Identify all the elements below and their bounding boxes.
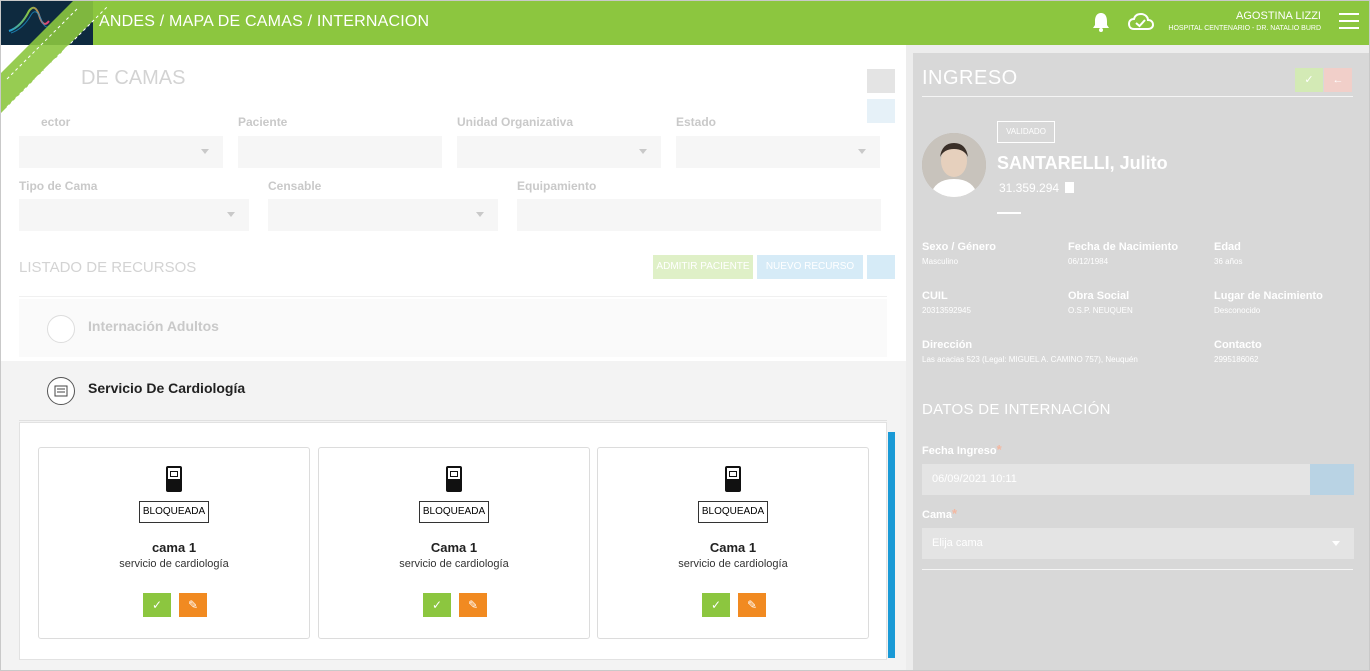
bed-card[interactable]: BLOQUEADA cama 1 servicio de cardiología… — [38, 447, 310, 639]
divider — [922, 96, 1353, 97]
unidad-label: Unidad Organizativa — [457, 115, 574, 129]
edit-button[interactable]: ✎ — [179, 593, 207, 617]
cloud-check-icon[interactable] — [1127, 11, 1155, 33]
clear-filters-button[interactable] — [867, 69, 895, 93]
tipo-cama-select[interactable] — [19, 199, 249, 231]
bed-card[interactable]: BLOQUEADA Cama 1 servicio de cardiología… — [597, 447, 869, 639]
bed-service: servicio de cardiología — [399, 558, 509, 570]
save-button[interactable]: ✓ — [1295, 68, 1323, 92]
fecha-ingreso-label: Fecha Ingreso* — [922, 442, 1002, 457]
divider — [997, 212, 1021, 214]
cama-label: Cama* — [922, 506, 958, 521]
status-badge: BLOQUEADA — [139, 501, 209, 523]
sector-select[interactable] — [19, 136, 223, 168]
patient-document: 31.359.294 — [999, 181, 1075, 195]
sexo-value: Masculino — [922, 257, 959, 266]
section-label-cardiologia: Servicio De Cardiología — [88, 380, 246, 396]
edit-button[interactable]: ✎ — [459, 593, 487, 617]
cama-select[interactable]: Elija cama — [922, 528, 1354, 559]
lugar-nacimiento-label: Lugar de Nacimiento — [1214, 290, 1323, 302]
confirm-button[interactable]: ✓ — [423, 593, 451, 617]
cuil-value: 20313592945 — [922, 306, 971, 315]
document-number: 31.359.294 — [999, 181, 1060, 195]
filters-area: DE CAMAS ector Paciente Unidad Organizat… — [1, 45, 906, 361]
status-badge: BLOQUEADA — [419, 501, 489, 523]
ingreso-panel: INGRESO ✓ ← VALIDADO SANTARELLI, Julito … — [913, 53, 1369, 670]
section-internacion-adultos[interactable]: Internación Adultos — [19, 299, 887, 357]
user-name: AGOSTINA LIZZI — [1236, 10, 1321, 22]
sexo-label: Sexo / Género — [922, 241, 996, 253]
equipamiento-select[interactable] — [517, 199, 881, 231]
bed-icon — [725, 466, 741, 492]
section-label-internacion: Internación Adultos — [88, 318, 219, 334]
top-bar: ANDES / MAPA DE CAMAS / INTERNACION AGOS… — [1, 1, 1369, 45]
calendar-icon[interactable] — [1310, 464, 1354, 495]
bed-name: Cama 1 — [430, 540, 478, 555]
datos-internacion-title: DATOS DE INTERNACIÓN — [922, 401, 1111, 418]
hospital-icon — [47, 315, 75, 343]
section-cardiologia[interactable]: Servicio De Cardiología — [19, 361, 887, 421]
edit-button[interactable]: ✎ — [738, 593, 766, 617]
edad-label: Edad — [1214, 241, 1241, 253]
cuil-label: CUIL — [922, 290, 948, 302]
breadcrumb: ANDES / MAPA DE CAMAS / INTERNACION — [99, 13, 430, 30]
fecha-ingreso-value: 06/09/2021 10:11 — [932, 473, 1017, 485]
bed-map-panel: DE CAMAS ector Paciente Unidad Organizat… — [1, 1, 906, 670]
patient-name: SANTARELLI, Julito — [997, 153, 1168, 173]
listado-title: LISTADO DE RECURSOS — [19, 259, 197, 276]
bed-icon — [166, 466, 182, 492]
divider — [922, 569, 1353, 570]
censable-select[interactable] — [268, 199, 498, 231]
bed-service: servicio de cardiología — [678, 558, 788, 570]
validado-badge: VALIDADO — [997, 121, 1055, 143]
bed-icon — [446, 466, 462, 492]
bed-card[interactable]: BLOQUEADA Cama 1 servicio de cardiología… — [318, 447, 590, 639]
direccion-label: Dirección — [922, 339, 973, 351]
admitir-paciente-button[interactable]: ADMITIR PACIENTE — [653, 255, 753, 279]
contacto-value: 2995186062 — [1214, 355, 1259, 364]
censable-label: Censable — [268, 179, 322, 193]
menu-icon[interactable] — [1339, 13, 1359, 31]
bell-icon[interactable] — [1091, 11, 1111, 33]
list-view-button[interactable] — [867, 255, 895, 279]
fecha-nacimiento-value: 06/12/1984 — [1068, 257, 1109, 266]
obra-social-value: O.S.P. NEUQUEN — [1068, 306, 1133, 315]
direccion-value: Las acacias 523 (Legal: MIGUEL A. CAMINO… — [922, 355, 1138, 364]
obra-social-label: Obra Social — [1068, 290, 1130, 302]
bed-name: cama 1 — [151, 540, 197, 555]
app-window: ANDES / MAPA DE CAMAS / INTERNACION AGOS… — [0, 0, 1370, 671]
ingreso-title: INGRESO — [922, 67, 1018, 89]
unidad-select[interactable] — [457, 136, 661, 168]
scrollbar[interactable] — [888, 432, 895, 658]
user-hospital: HOSPITAL CENTENARIO - DR. NATALIO BURD — [1168, 25, 1321, 32]
fecha-nacimiento-label: Fecha de Nacimiento — [1068, 241, 1179, 253]
user-block[interactable]: AGOSTINA LIZZI HOSPITAL CENTENARIO - DR.… — [1168, 10, 1321, 34]
bed-name: Cama 1 — [709, 540, 757, 555]
estado-select[interactable] — [676, 136, 880, 168]
cama-placeholder: Elija cama — [932, 537, 983, 549]
contacto-label: Contacto — [1214, 339, 1262, 351]
lugar-nacimiento-value: Desconocido — [1214, 306, 1261, 315]
status-badge: BLOQUEADA — [698, 501, 768, 523]
avatar — [922, 133, 986, 197]
fecha-ingreso-input[interactable]: 06/09/2021 10:11 — [922, 464, 1354, 495]
top-icons — [1091, 11, 1155, 33]
bed-service: servicio de cardiología — [119, 558, 229, 570]
tipo-cama-label: Tipo de Cama — [19, 179, 98, 193]
nuevo-recurso-button[interactable]: NUEVO RECURSO — [757, 255, 863, 279]
cardiology-icon — [47, 377, 75, 405]
back-button[interactable]: ← — [1324, 68, 1352, 92]
confirm-button[interactable]: ✓ — [702, 593, 730, 617]
edad-value: 36 años — [1214, 257, 1243, 266]
copy-icon[interactable] — [1065, 182, 1075, 193]
bed-cards-area: BLOQUEADA cama 1 servicio de cardiología… — [19, 422, 887, 660]
estado-label: Estado — [676, 115, 717, 129]
toggle-filters-button[interactable] — [867, 99, 895, 123]
paciente-input[interactable] — [238, 136, 442, 168]
confirm-button[interactable]: ✓ — [143, 593, 171, 617]
equipamiento-label: Equipamiento — [517, 179, 597, 193]
paciente-label: Paciente — [238, 115, 288, 129]
divider — [19, 296, 887, 297]
